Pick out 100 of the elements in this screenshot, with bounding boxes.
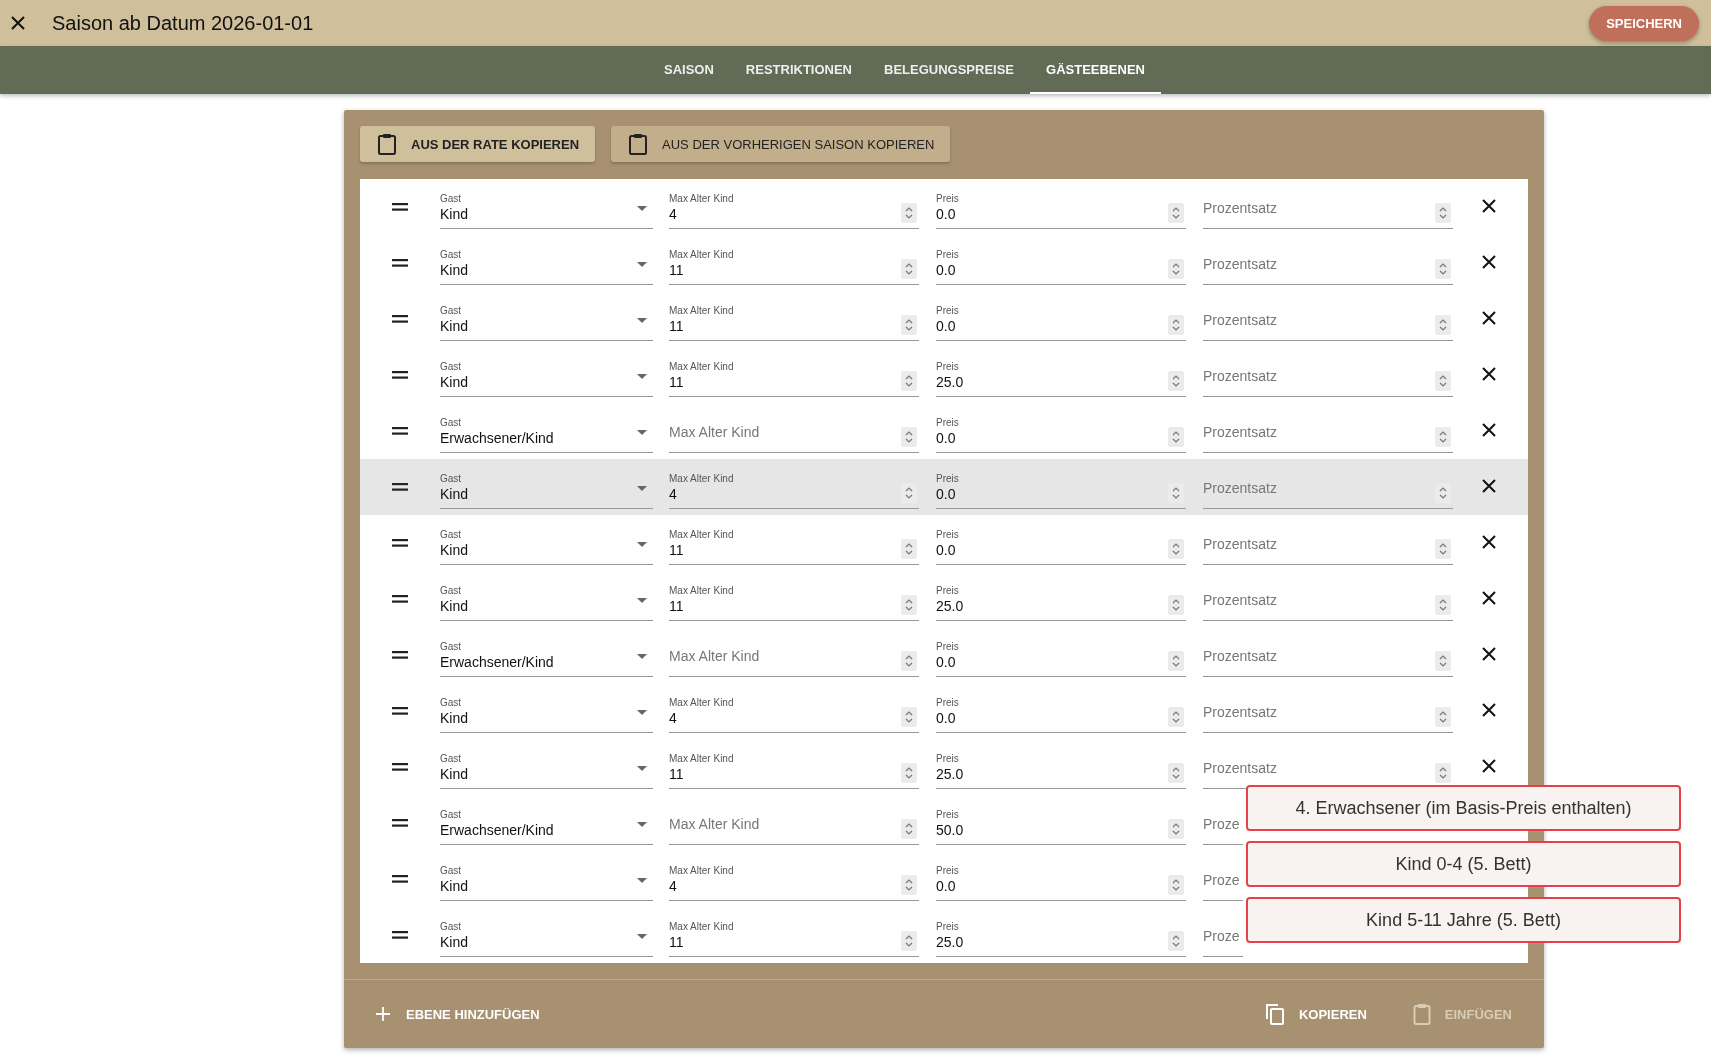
age-field[interactable]: Max Alter Kind 11 <box>669 249 919 285</box>
price-field[interactable]: Preis 0.0 <box>936 641 1186 677</box>
age-field[interactable]: Max Alter Kind 4 <box>669 473 919 509</box>
percent-field[interactable]: Prozentsatz <box>1203 585 1453 621</box>
spinner-icon[interactable] <box>901 259 917 279</box>
spinner-icon[interactable] <box>901 763 917 783</box>
drag-handle-icon[interactable] <box>392 875 408 883</box>
spinner-icon[interactable] <box>1168 315 1184 335</box>
spinner-icon[interactable] <box>1435 427 1451 447</box>
percent-field[interactable]: Proze <box>1203 809 1243 845</box>
spinner-icon[interactable] <box>1168 595 1184 615</box>
spinner-icon[interactable] <box>901 707 917 727</box>
age-field[interactable]: Max Alter Kind <box>669 809 919 845</box>
spinner-icon[interactable] <box>1435 259 1451 279</box>
delete-icon[interactable] <box>1482 479 1496 493</box>
price-field[interactable]: Preis 0.0 <box>936 865 1186 901</box>
spinner-icon[interactable] <box>901 651 917 671</box>
spinner-icon[interactable] <box>901 819 917 839</box>
guest-select[interactable]: Gast Kind <box>440 753 653 789</box>
guest-select[interactable]: Gast Erwachsener/Kind <box>440 641 653 677</box>
spinner-icon[interactable] <box>1168 371 1184 391</box>
price-field[interactable]: Preis 25.0 <box>936 361 1186 397</box>
drag-handle-icon[interactable] <box>392 483 408 491</box>
age-field[interactable]: Max Alter Kind 11 <box>669 361 919 397</box>
drag-handle-icon[interactable] <box>392 539 408 547</box>
guest-select[interactable]: Gast Kind <box>440 361 653 397</box>
percent-field[interactable]: Proze <box>1203 865 1243 901</box>
percent-field[interactable]: Prozentsatz <box>1203 305 1453 341</box>
guest-select[interactable]: Gast Kind <box>440 585 653 621</box>
spinner-icon[interactable] <box>901 371 917 391</box>
drag-handle-icon[interactable] <box>392 595 408 603</box>
spinner-icon[interactable] <box>901 931 917 951</box>
price-field[interactable]: Preis 0.0 <box>936 305 1186 341</box>
spinner-icon[interactable] <box>901 595 917 615</box>
spinner-icon[interactable] <box>1435 763 1451 783</box>
spinner-icon[interactable] <box>1168 651 1184 671</box>
percent-field[interactable]: Prozentsatz <box>1203 249 1453 285</box>
price-field[interactable]: Preis 0.0 <box>936 249 1186 285</box>
delete-icon[interactable] <box>1482 759 1496 773</box>
tab[interactable]: RESTRIKTIONEN <box>729 46 868 94</box>
spinner-icon[interactable] <box>1168 259 1184 279</box>
delete-icon[interactable] <box>1482 647 1496 661</box>
percent-field[interactable]: Prozentsatz <box>1203 417 1453 453</box>
spinner-icon[interactable] <box>1168 539 1184 559</box>
spinner-icon[interactable] <box>901 875 917 895</box>
drag-handle-icon[interactable] <box>392 931 408 939</box>
guest-select[interactable]: Gast Kind <box>440 865 653 901</box>
price-field[interactable]: Preis 0.0 <box>936 473 1186 509</box>
spinner-icon[interactable] <box>1435 315 1451 335</box>
guest-select[interactable]: Gast Kind <box>440 921 653 957</box>
drag-handle-icon[interactable] <box>392 651 408 659</box>
delete-icon[interactable] <box>1482 255 1496 269</box>
price-field[interactable]: Preis 0.0 <box>936 193 1186 229</box>
age-field[interactable]: Max Alter Kind 4 <box>669 697 919 733</box>
percent-field[interactable]: Prozentsatz <box>1203 193 1453 229</box>
age-field[interactable]: Max Alter Kind 11 <box>669 305 919 341</box>
drag-handle-icon[interactable] <box>392 763 408 771</box>
age-field[interactable]: Max Alter Kind 11 <box>669 921 919 957</box>
price-field[interactable]: Preis 25.0 <box>936 921 1186 957</box>
age-field[interactable]: Max Alter Kind 11 <box>669 585 919 621</box>
drag-handle-icon[interactable] <box>392 203 408 211</box>
price-field[interactable]: Preis 25.0 <box>936 753 1186 789</box>
spinner-icon[interactable] <box>901 203 917 223</box>
percent-field[interactable]: Prozentsatz <box>1203 529 1453 565</box>
spinner-icon[interactable] <box>901 427 917 447</box>
delete-icon[interactable] <box>1482 703 1496 717</box>
delete-icon[interactable] <box>1482 535 1496 549</box>
drag-handle-icon[interactable] <box>392 819 408 827</box>
drag-handle-icon[interactable] <box>392 707 408 715</box>
spinner-icon[interactable] <box>1435 707 1451 727</box>
delete-icon[interactable] <box>1482 311 1496 325</box>
spinner-icon[interactable] <box>901 315 917 335</box>
delete-icon[interactable] <box>1482 423 1496 437</box>
delete-icon[interactable] <box>1482 591 1496 605</box>
spinner-icon[interactable] <box>1168 203 1184 223</box>
guest-select[interactable]: Gast Kind <box>440 473 653 509</box>
guest-select[interactable]: Gast Kind <box>440 193 653 229</box>
guest-select[interactable]: Gast Kind <box>440 697 653 733</box>
percent-field[interactable]: Proze <box>1203 921 1243 957</box>
price-field[interactable]: Preis 25.0 <box>936 585 1186 621</box>
copy-button[interactable]: AUS DER RATE KOPIEREN <box>360 126 596 162</box>
delete-icon[interactable] <box>1482 199 1496 213</box>
age-field[interactable]: Max Alter Kind 4 <box>669 193 919 229</box>
spinner-icon[interactable] <box>1435 539 1451 559</box>
drag-handle-icon[interactable] <box>392 259 408 267</box>
spinner-icon[interactable] <box>1435 371 1451 391</box>
age-field[interactable]: Max Alter Kind 11 <box>669 753 919 789</box>
guest-select[interactable]: Gast Erwachsener/Kind <box>440 809 653 845</box>
age-field[interactable]: Max Alter Kind <box>669 417 919 453</box>
percent-field[interactable]: Prozentsatz <box>1203 473 1453 509</box>
tab[interactable]: SAISON <box>648 46 730 94</box>
age-field[interactable]: Max Alter Kind <box>669 641 919 677</box>
tab[interactable]: GÄSTEEBENEN <box>1030 46 1161 94</box>
spinner-icon[interactable] <box>1435 203 1451 223</box>
price-field[interactable]: Preis 50.0 <box>936 809 1186 845</box>
spinner-icon[interactable] <box>901 539 917 559</box>
guest-select[interactable]: Gast Kind <box>440 249 653 285</box>
spinner-icon[interactable] <box>1168 427 1184 447</box>
spinner-icon[interactable] <box>1168 819 1184 839</box>
delete-icon[interactable] <box>1482 367 1496 381</box>
